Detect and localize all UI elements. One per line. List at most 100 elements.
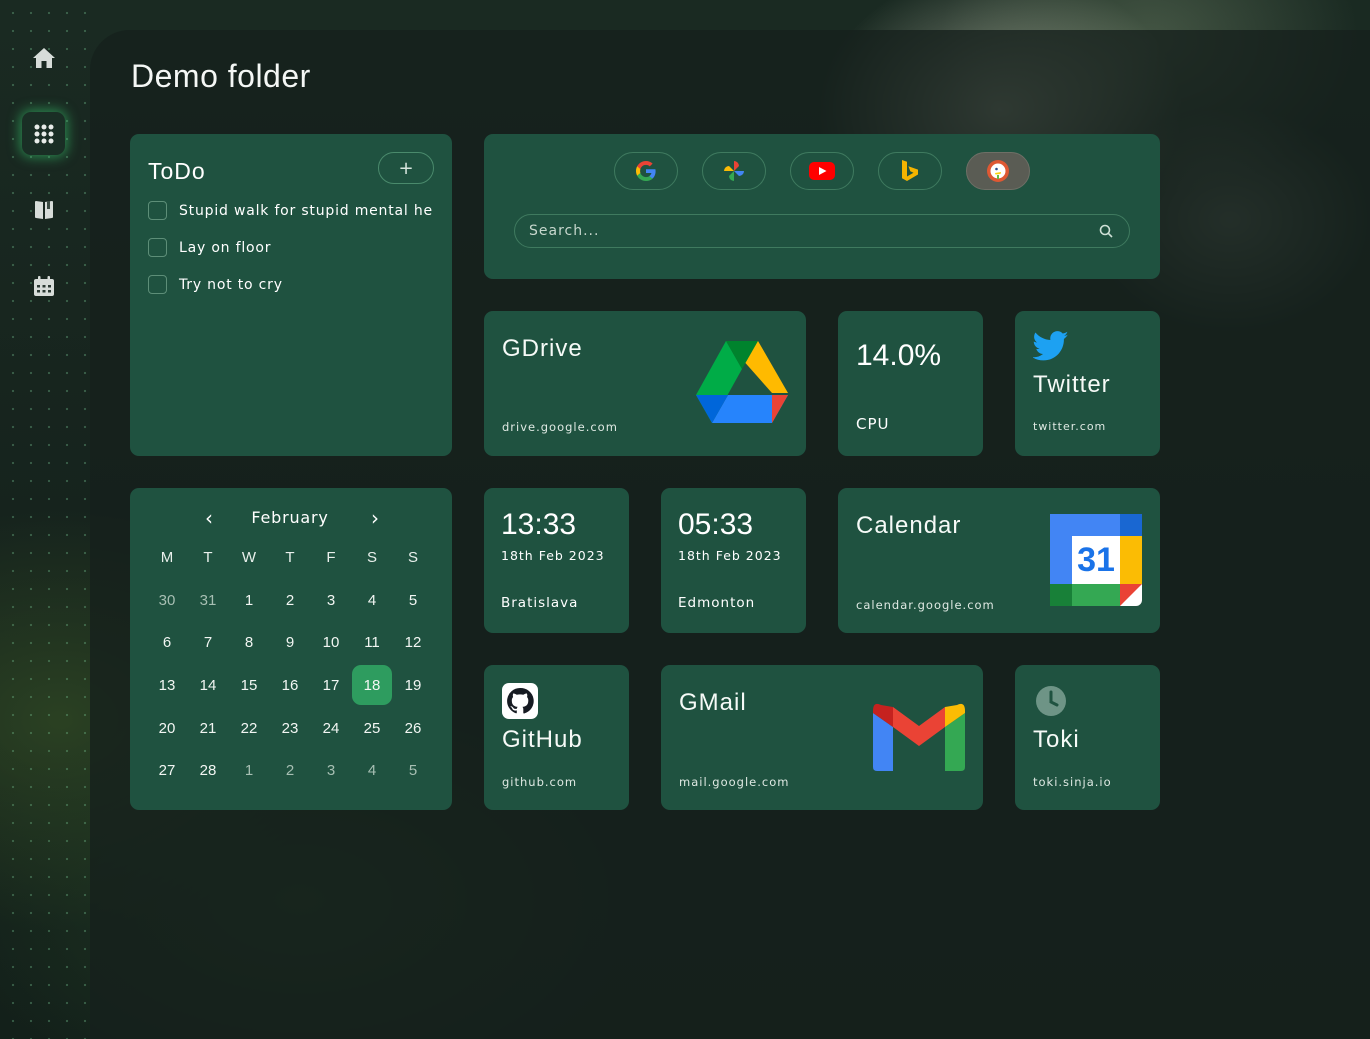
calendar-day[interactable]: 2 xyxy=(270,750,310,790)
engine-bing-button[interactable] xyxy=(878,152,942,190)
clock-time: 05:33 xyxy=(678,508,754,541)
calendar-day[interactable]: 9 xyxy=(270,622,310,662)
calendar-day[interactable]: 27 xyxy=(147,750,187,790)
calendar-day[interactable]: 16 xyxy=(270,665,310,705)
calendar-month: February xyxy=(251,508,329,527)
gdrive-url: drive.google.com xyxy=(502,420,618,434)
twitter-name: Twitter xyxy=(1033,371,1111,398)
todo-item-text[interactable]: Stupid walk for stupid mental he xyxy=(179,203,433,219)
engine-youtube-button[interactable] xyxy=(790,152,854,190)
todo-item: Lay on floor xyxy=(148,238,271,257)
github-icon xyxy=(502,683,538,719)
calendar-day[interactable]: 1 xyxy=(229,750,269,790)
clock-time: 13:33 xyxy=(501,508,577,541)
todo-checkbox[interactable] xyxy=(148,201,167,220)
todo-item-text[interactable]: Lay on floor xyxy=(179,240,271,256)
pinwheel-icon xyxy=(724,161,744,181)
calendar-day[interactable]: 25 xyxy=(352,708,392,748)
twitter-icon xyxy=(1033,331,1069,361)
engine-photos-button[interactable] xyxy=(702,152,766,190)
sidebar xyxy=(0,0,88,1039)
cpu-card: 14.0% CPU xyxy=(838,311,983,456)
calendar-day[interactable]: 2 xyxy=(270,580,310,620)
todo-checkbox[interactable] xyxy=(148,275,167,294)
todo-add-button[interactable]: + xyxy=(378,152,434,184)
github-url: github.com xyxy=(502,775,578,789)
gmail-icon xyxy=(873,703,965,771)
calendar-widget: ‹ February › M T W T F S S 30 31 1 2 3 4 5 6 7 8 9 10 11 12 1… xyxy=(130,488,452,810)
search-icon[interactable] xyxy=(1099,224,1113,238)
google-icon xyxy=(636,161,656,181)
clock-card-edmonton: 05:33 18th Feb 2023 Edmonton xyxy=(661,488,806,633)
clock-date: 18th Feb 2023 xyxy=(678,548,782,563)
weekday-label: T xyxy=(203,548,213,566)
gmail-url: mail.google.com xyxy=(679,775,790,789)
calendar-day[interactable]: 5 xyxy=(393,580,433,620)
calendar-day[interactable]: 3 xyxy=(311,580,351,620)
calendar-icon xyxy=(33,275,54,296)
sidebar-item-calendar[interactable] xyxy=(22,264,65,307)
calendar-day[interactable]: 30 xyxy=(147,580,187,620)
gmail-card[interactable]: GMail mail.google.com xyxy=(661,665,983,810)
calendar-day[interactable]: 4 xyxy=(352,750,392,790)
youtube-icon xyxy=(809,162,835,180)
github-card[interactable]: GitHub github.com xyxy=(484,665,629,810)
toki-card[interactable]: Toki toki.sinja.io xyxy=(1015,665,1160,810)
calendar-day[interactable]: 6 xyxy=(147,622,187,662)
search-input[interactable] xyxy=(529,215,1089,246)
calendar-day[interactable]: 31 xyxy=(188,580,228,620)
cpu-label: CPU xyxy=(856,415,890,433)
calendar-day[interactable]: 26 xyxy=(393,708,433,748)
gdrive-name: GDrive xyxy=(502,335,583,362)
clock-date: 18th Feb 2023 xyxy=(501,548,605,563)
calendar-day[interactable]: 5 xyxy=(393,750,433,790)
toki-url: toki.sinja.io xyxy=(1033,775,1112,789)
sidebar-item-notes[interactable] xyxy=(22,188,65,231)
clock-city: Bratislava xyxy=(501,595,579,611)
calendar-day[interactable]: 14 xyxy=(188,665,228,705)
sidebar-item-apps[interactable] xyxy=(22,112,65,155)
calendar-day[interactable]: 17 xyxy=(311,665,351,705)
github-name: GitHub xyxy=(502,726,583,753)
gcal-name: Calendar xyxy=(856,512,962,539)
bing-icon xyxy=(902,160,918,181)
calendar-day[interactable]: 7 xyxy=(188,622,228,662)
sidebar-item-home[interactable] xyxy=(22,36,65,79)
calendar-day[interactable]: 1 xyxy=(229,580,269,620)
engine-google-button[interactable] xyxy=(614,152,678,190)
twitter-card[interactable]: Twitter twitter.com xyxy=(1015,311,1160,456)
calendar-day[interactable]: 10 xyxy=(311,622,351,662)
todo-card: ToDo + Stupid walk for stupid mental he … xyxy=(130,134,452,456)
weekday-label: T xyxy=(285,548,295,566)
next-month-button[interactable]: › xyxy=(362,506,388,530)
clock-card-bratislava: 13:33 18th Feb 2023 Bratislava xyxy=(484,488,629,633)
weekday-label: M xyxy=(160,548,174,566)
book-icon xyxy=(34,200,53,219)
calendar-day[interactable]: 21 xyxy=(188,708,228,748)
calendar-day[interactable]: 23 xyxy=(270,708,310,748)
calendar-day[interactable]: 3 xyxy=(311,750,351,790)
calendar-day[interactable]: 11 xyxy=(352,622,392,662)
calendar-day[interactable]: 22 xyxy=(229,708,269,748)
todo-item: Try not to cry xyxy=(148,275,283,294)
calendar-day[interactable]: 4 xyxy=(352,580,392,620)
google-drive-icon xyxy=(696,341,788,423)
calendar-day[interactable]: 15 xyxy=(229,665,269,705)
calendar-day[interactable]: 19 xyxy=(393,665,433,705)
prev-month-button[interactable]: ‹ xyxy=(196,506,222,530)
engine-duckduckgo-button[interactable] xyxy=(966,152,1030,190)
calendar-day[interactable]: 28 xyxy=(188,750,228,790)
calendar-day[interactable]: 12 xyxy=(393,622,433,662)
page-title: Demo folder xyxy=(131,58,311,94)
gdrive-card[interactable]: GDrive drive.google.com xyxy=(484,311,806,456)
calendar-day-today[interactable]: 18 xyxy=(352,665,392,705)
calendar-day[interactable]: 8 xyxy=(229,622,269,662)
calendar-day[interactable]: 13 xyxy=(147,665,187,705)
todo-checkbox[interactable] xyxy=(148,238,167,257)
todo-item-text[interactable]: Try not to cry xyxy=(179,277,283,293)
todo-item: Stupid walk for stupid mental he xyxy=(148,201,433,220)
calendar-day[interactable]: 24 xyxy=(311,708,351,748)
gcal-card[interactable]: Calendar calendar.google.com 31 xyxy=(838,488,1160,633)
calendar-day[interactable]: 20 xyxy=(147,708,187,748)
gcal-url: calendar.google.com xyxy=(856,598,995,612)
